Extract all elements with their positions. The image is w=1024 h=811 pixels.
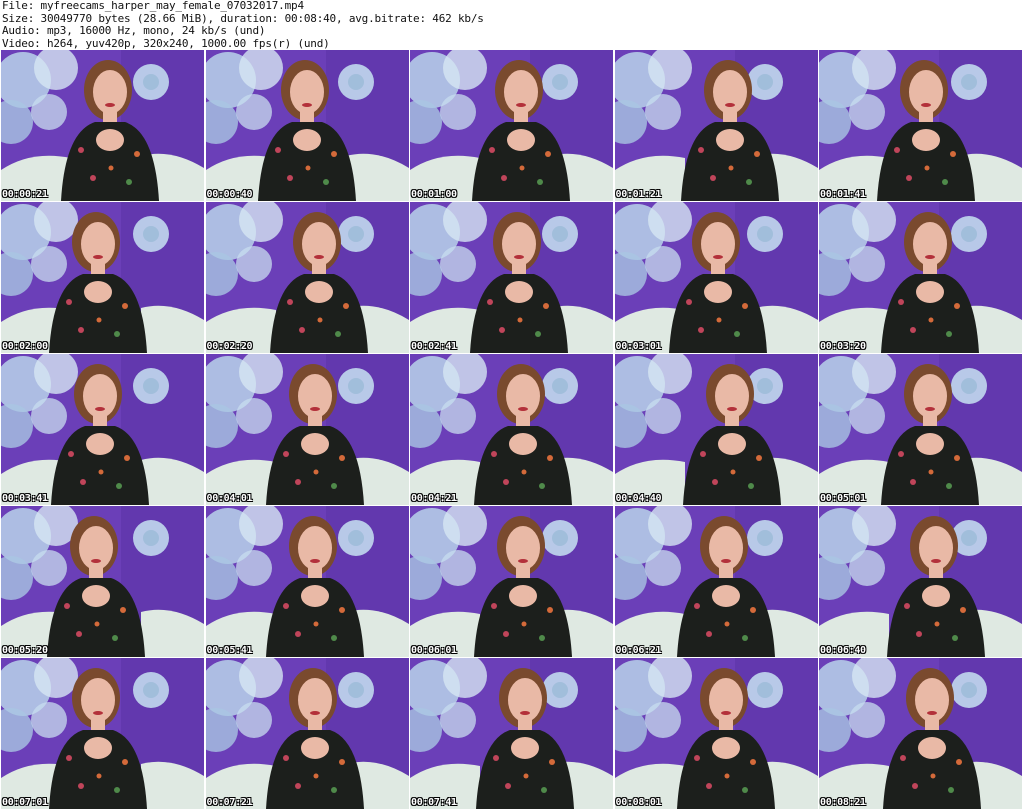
frame-timestamp: 00:02:41 — [411, 341, 457, 352]
frame-timestamp: 00:03:41 — [2, 493, 48, 504]
frame-image — [410, 506, 613, 657]
video-thumbnail: 00:01:21 — [614, 50, 818, 201]
video-thumbnail: 00:07:01 — [1, 658, 204, 809]
frame-timestamp: 00:04:21 — [411, 493, 457, 504]
video-thumbnail: 00:05:01 — [819, 354, 1022, 505]
frame-timestamp: 00:02:20 — [206, 341, 253, 352]
video-thumbnail: 00:05:41 — [205, 506, 409, 657]
video-thumbnail: 00:07:41 — [410, 658, 613, 809]
video-thumbnail: 00:04:40 — [614, 354, 818, 505]
file-name-line: File: myfreecams_harper_may_female_07032… — [2, 0, 304, 12]
video-thumbnail: 00:04:21 — [410, 354, 613, 505]
frame-timestamp: 00:01:41 — [820, 189, 866, 200]
video-thumbnail: 00:01:00 — [410, 50, 613, 201]
frame-image — [410, 50, 613, 201]
frame-image — [614, 506, 818, 657]
frame-image — [819, 658, 1022, 809]
frame-timestamp: 00:05:20 — [2, 645, 48, 656]
frame-timestamp: 00:00:40 — [206, 189, 253, 200]
frame-image — [1, 658, 204, 809]
frame-timestamp: 00:07:21 — [206, 797, 253, 808]
frame-image — [614, 354, 818, 505]
frame-image — [205, 50, 409, 201]
video-thumbnail: 00:00:21 — [1, 50, 204, 201]
frame-timestamp: 00:02:00 — [2, 341, 48, 352]
audio-info-line: Audio: mp3, 16000 Hz, mono, 24 kb/s (und… — [2, 24, 266, 37]
frame-image — [614, 658, 818, 809]
frame-timestamp: 00:01:21 — [615, 189, 662, 200]
video-thumbnail: 00:04:01 — [205, 354, 409, 505]
video-thumbnail: 00:02:41 — [410, 202, 613, 353]
frame-image — [614, 202, 818, 353]
video-info-line: Video: h264, yuv420p, 320x240, 1000.00 f… — [2, 36, 330, 50]
frame-image — [819, 202, 1022, 353]
video-thumbnail: 00:03:01 — [614, 202, 818, 353]
frame-timestamp: 00:08:21 — [820, 797, 866, 808]
video-thumbnail: 00:06:40 — [819, 506, 1022, 657]
frame-timestamp: 00:06:21 — [615, 645, 662, 656]
frame-timestamp: 00:03:20 — [820, 341, 866, 352]
frame-image — [1, 506, 204, 657]
video-thumbnail: 00:07:21 — [205, 658, 409, 809]
frame-image — [819, 50, 1022, 201]
video-thumbnail: 00:06:21 — [614, 506, 818, 657]
video-thumbnail: 00:06:01 — [410, 506, 613, 657]
video-thumbnail: 00:00:40 — [205, 50, 409, 201]
frame-timestamp: 00:06:40 — [820, 645, 866, 656]
frame-timestamp: 00:06:01 — [411, 645, 457, 656]
frame-image — [1, 50, 204, 201]
video-thumbnail: 00:02:20 — [205, 202, 409, 353]
video-thumbnail: 00:08:01 — [614, 658, 818, 809]
contact-sheet-header: File: myfreecams_harper_may_female_07032… — [2, 0, 1022, 50]
frame-image — [819, 354, 1022, 505]
frame-image — [1, 354, 204, 505]
frame-image — [614, 50, 818, 201]
frame-timestamp: 00:01:00 — [411, 189, 457, 200]
frame-timestamp: 00:05:01 — [820, 493, 866, 504]
frame-image — [410, 658, 613, 809]
frame-timestamp: 00:04:40 — [615, 493, 662, 504]
frame-image — [819, 506, 1022, 657]
frame-timestamp: 00:04:01 — [206, 493, 253, 504]
frame-image — [205, 354, 409, 505]
frame-timestamp: 00:00:21 — [2, 189, 48, 200]
thumbnail-grid: 00:00:21 00:00:40 00:01:00 00:01:21 00:01:41… — [1, 50, 1023, 810]
frame-timestamp: 00:03:01 — [615, 341, 662, 352]
video-thumbnail: 00:02:00 — [1, 202, 204, 353]
video-thumbnail: 00:03:41 — [1, 354, 204, 505]
frame-image — [410, 202, 613, 353]
video-thumbnail: 00:03:20 — [819, 202, 1022, 353]
frame-image — [205, 658, 409, 809]
frame-timestamp: 00:08:01 — [615, 797, 662, 808]
video-thumbnail: 00:05:20 — [1, 506, 204, 657]
frame-timestamp: 00:07:41 — [411, 797, 457, 808]
frame-timestamp: 00:07:01 — [2, 797, 48, 808]
frame-image — [1, 202, 204, 353]
frame-image — [410, 354, 613, 505]
video-thumbnail: 00:01:41 — [819, 50, 1022, 201]
frame-image — [205, 506, 409, 657]
video-thumbnail: 00:08:21 — [819, 658, 1022, 809]
frame-timestamp: 00:05:41 — [206, 645, 253, 656]
frame-image — [205, 202, 409, 353]
